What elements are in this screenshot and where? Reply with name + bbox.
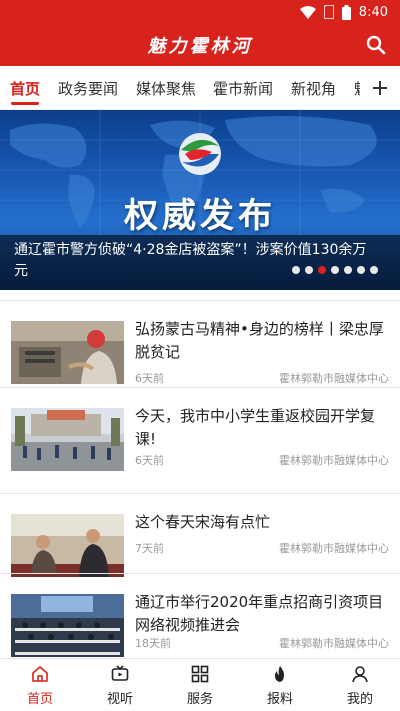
app-title: 魅力霍林河: [147, 36, 253, 57]
carousel-dot[interactable]: [344, 266, 352, 274]
carousel-dot[interactable]: [370, 266, 378, 274]
banner-headline: 权威发布: [124, 196, 276, 236]
news-item[interactable]: 通辽市举行2020年重点招商引资项目网络视频推进会 18天前 霍林郭勒市融媒体中…: [0, 573, 400, 659]
nav-label: 报料: [266, 692, 293, 707]
police-emblem-logo: [179, 133, 221, 175]
carousel-dot[interactable]: [331, 266, 339, 274]
news-thumbnail: [11, 408, 124, 471]
wifi-icon: [299, 5, 316, 19]
nav-profile[interactable]: 我的: [320, 659, 400, 711]
carousel-indicator: [292, 266, 378, 274]
news-source: 霍林郭勒市融媒体中心: [279, 637, 389, 650]
news-time: 6天前: [135, 372, 164, 385]
active-tab-indicator: [11, 102, 39, 105]
sim-icon: [323, 5, 334, 19]
news-item[interactable]: 弘扬蒙古马精神•身边的榜样丨梁忠厚脱贫记 6天前 霍林郭勒市融媒体中心: [0, 300, 400, 385]
status-time: 8:40: [358, 4, 388, 20]
news-time: 6天前: [135, 454, 164, 467]
news-item[interactable]: 今天，我市中小学生重返校园开学复课! 6天前 霍林郭勒市融媒体中心: [0, 387, 400, 471]
carousel-dot[interactable]: [357, 266, 365, 274]
search-icon[interactable]: [364, 33, 388, 57]
tab-government-news[interactable]: 政务要闻: [58, 78, 118, 99]
news-title: 通辽市举行2020年重点招商引资项目网络视频推进会: [135, 593, 384, 634]
news-title: 这个春天宋海有点忙: [135, 513, 271, 531]
nav-services[interactable]: 服务: [160, 659, 240, 711]
bottom-nav: 首页 视听 服务 报料 我的: [0, 658, 400, 711]
tv-icon: [111, 665, 129, 681]
battery-icon: [341, 4, 351, 20]
nav-label: 首页: [26, 692, 53, 707]
home-icon: [32, 666, 48, 682]
banner-carousel[interactable]: 权威发布 通辽霍市警方侦破“4·28金店被盗案”！涉案价值130余万元: [0, 110, 400, 290]
fire-icon: [275, 666, 284, 682]
news-time: 18天前: [135, 637, 171, 650]
tab-new-perspective[interactable]: 新视角: [291, 78, 336, 99]
banner-caption: 通辽霍市警方侦破“4·28金店被盗案”！涉案价值130余万元: [14, 242, 367, 279]
news-thumbnail: [11, 594, 124, 657]
nav-label: 我的: [346, 692, 373, 707]
add-channel-button[interactable]: [360, 66, 400, 109]
grid-icon: [191, 665, 209, 683]
news-time: 7天前: [135, 542, 164, 555]
news-title: 今天，我市中小学生重返校园开学复课!: [135, 407, 376, 448]
news-source: 霍林郭勒市融媒体中心: [279, 372, 389, 385]
news-title: 弘扬蒙古马精神•身边的榜样丨梁忠厚脱贫记: [135, 320, 384, 361]
carousel-dot[interactable]: [305, 266, 313, 274]
category-tabs: 首页 政务要闻 媒体聚焦 霍市新闻 新视角 魅: [0, 66, 400, 110]
news-source: 霍林郭勒市融媒体中心: [279, 454, 389, 467]
nav-home[interactable]: 首页: [0, 659, 80, 711]
nav-label: 服务: [186, 692, 213, 707]
news-item[interactable]: 这个春天宋海有点忙 7天前 霍林郭勒市融媒体中心: [0, 493, 400, 577]
news-source: 霍林郭勒市融媒体中心: [279, 542, 389, 555]
tab-city-news[interactable]: 霍市新闻: [213, 78, 273, 99]
nav-report[interactable]: 报料: [240, 659, 320, 711]
status-bar: 8:40: [0, 0, 400, 24]
news-thumbnail: [11, 514, 124, 577]
carousel-dot[interactable]: [292, 266, 300, 274]
tab-media-focus[interactable]: 媒体聚焦: [136, 78, 196, 99]
nav-video[interactable]: 视听: [80, 659, 160, 711]
plus-icon: [373, 80, 387, 95]
carousel-dot[interactable]: [318, 266, 326, 274]
user-icon: [352, 666, 368, 683]
tab-home[interactable]: 首页: [10, 78, 40, 99]
news-thumbnail: [11, 321, 124, 384]
app-bar: 魅力霍林河: [0, 24, 400, 66]
nav-label: 视听: [106, 692, 133, 707]
